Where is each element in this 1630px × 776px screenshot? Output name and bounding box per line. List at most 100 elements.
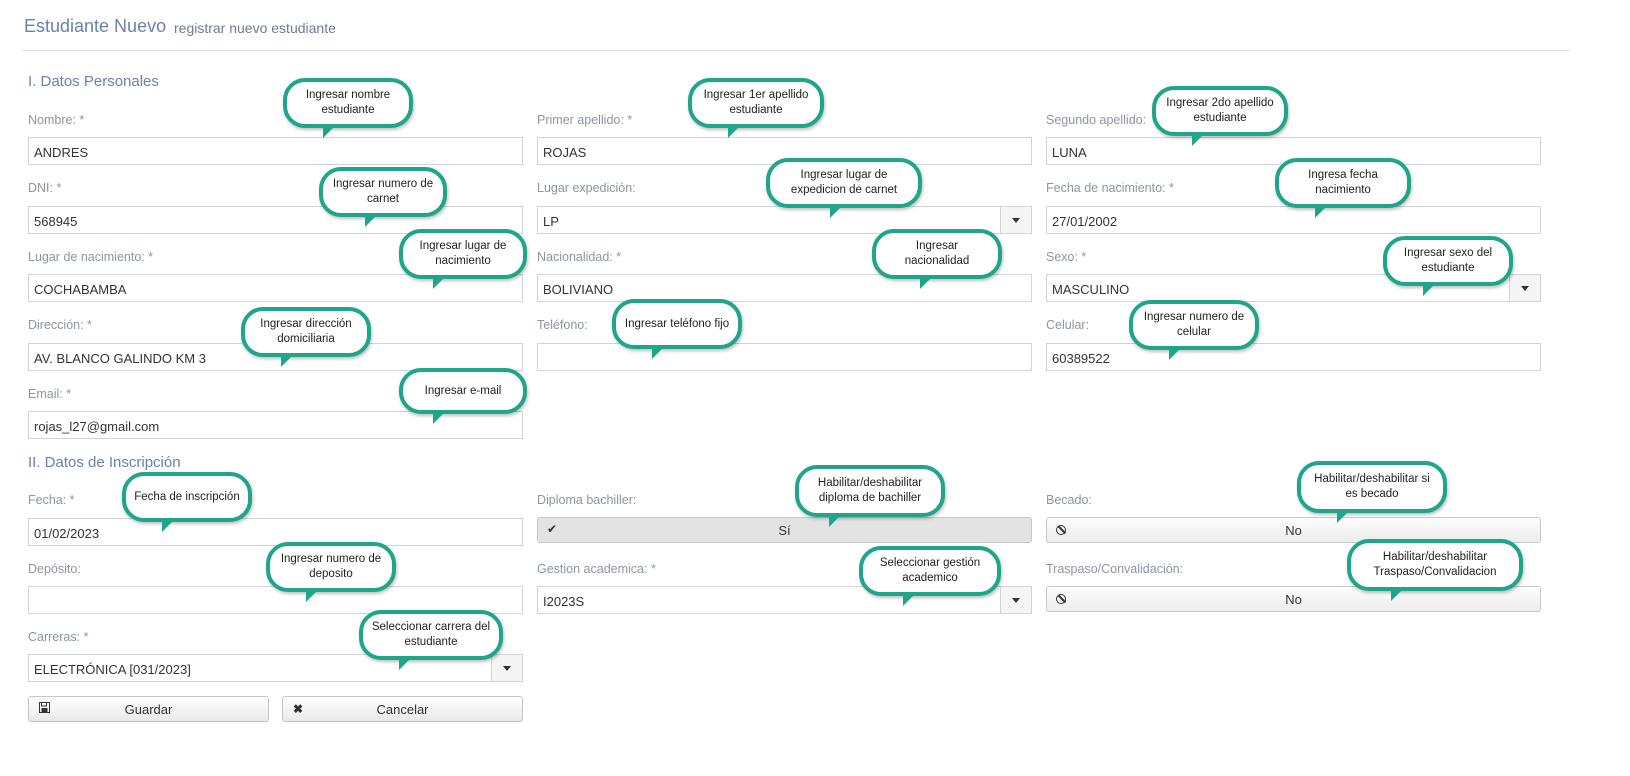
nombre-input[interactable]: ANDRES (28, 137, 523, 165)
chevron-down-icon (503, 665, 511, 671)
callout-tail (281, 353, 295, 367)
celular-label: Celular: (1046, 318, 1090, 332)
diploma-toggle-label: Sí (778, 523, 791, 538)
deposito-label: Depósito: (28, 562, 81, 576)
chevron-down-icon (1521, 285, 1529, 291)
callout-fecha: Fecha de inscripción (122, 472, 252, 532)
fecha-nacimiento-input[interactable]: 27/01/2002 (1046, 206, 1541, 234)
carreras-label: Carreras: * (28, 630, 89, 644)
carreras-dropdown-button[interactable] (491, 655, 522, 681)
callout-tail (399, 656, 413, 670)
callout-carreras-text: Seleccionar carrera del estudiante (371, 621, 491, 648)
sexo-dropdown-button[interactable] (1509, 275, 1540, 301)
traspaso-toggle-label: No (1285, 592, 1302, 607)
callout-tail (1391, 587, 1405, 601)
gestion-value: I2023S (543, 594, 585, 609)
callout-tail (830, 204, 844, 218)
sexo-label: Sexo: * (1046, 250, 1087, 264)
traspaso-label: Traspaso/Convalidación: (1046, 562, 1184, 576)
callout-fecha-nacimiento-text: Ingresa fecha nacimiento (1308, 169, 1378, 196)
callout-email-text: Ingresar e-mail (424, 384, 502, 397)
callout-lugar-nacimiento: Ingresar lugar de nacimiento (399, 229, 527, 289)
diploma-label: Diploma bachiller: (537, 493, 637, 507)
callout-nombre-text: Ingresar nombre estudiante (305, 89, 391, 116)
fecha-label: Fecha: * (28, 493, 75, 507)
callout-traspaso: Habilitar/deshabilitar Traspaso/Convalid… (1347, 539, 1523, 601)
callout-tail (433, 410, 447, 424)
telefono-input[interactable] (537, 343, 1032, 371)
callout-segundo-apellido: Ingresar 2do apellido estudiante (1152, 86, 1288, 146)
callout-nombre: Ingresar nombre estudiante (283, 78, 413, 138)
callout-gestion: Seleccionar gestión academico (859, 546, 1001, 606)
nacionalidad-label: Nacionalidad: * (537, 250, 622, 264)
direccion-label: Dirección: * (28, 318, 92, 332)
callout-deposito-text: Ingresar numero de deposito (280, 553, 382, 580)
callout-tail (728, 124, 742, 138)
lugar-expedicion-dropdown-button[interactable] (1000, 207, 1031, 233)
lugar-expedicion-value: LP (543, 214, 559, 229)
callout-carreras: Seleccionar carrera del estudiante (359, 610, 503, 670)
callout-dni-text: Ingresar numero de carnet (332, 178, 434, 205)
callout-tail (162, 518, 176, 532)
callout-sexo: Ingresar sexo del estudiante (1383, 236, 1513, 296)
dni-label: DNI: * (28, 181, 62, 195)
becado-label: Becado: (1046, 493, 1092, 507)
telefono-label: Teléfono: (537, 318, 588, 332)
callout-tail (829, 513, 843, 527)
fecha-input[interactable]: 01/02/2023 (28, 518, 523, 546)
primer-apellido-label: Primer apellido: * (537, 113, 633, 127)
callout-becado: Habilitar/deshabilitar si es becado (1297, 461, 1447, 523)
gestion-dropdown-button[interactable] (1000, 587, 1031, 613)
callout-tail (365, 213, 379, 227)
callout-tail (1192, 132, 1206, 146)
lugar-expedicion-label: Lugar expedición: (537, 181, 636, 195)
callout-sexo-text: Ingresar sexo del estudiante (1403, 247, 1493, 274)
callout-tail (1423, 282, 1437, 296)
callout-tail (1315, 204, 1329, 218)
callout-traspaso-text: Habilitar/deshabilitar Traspaso/Convalid… (1373, 551, 1497, 578)
callout-telefono-text: Ingresar teléfono fijo (624, 317, 730, 330)
sexo-value: MASCULINO (1052, 282, 1130, 297)
callout-gestion-text: Seleccionar gestión academico (879, 557, 981, 584)
callout-celular: Ingresar numero de celular (1129, 300, 1259, 360)
lugar-nacimiento-label: Lugar de nacimiento: * (28, 250, 154, 264)
guardar-button-label: Guardar (124, 702, 173, 717)
celular-input[interactable]: 60389522 (1046, 343, 1541, 371)
cancelar-button[interactable]: ✖ Cancelar (282, 696, 523, 722)
callout-tail (433, 275, 447, 289)
diploma-toggle[interactable]: ✔ Sí (537, 517, 1032, 543)
callout-direccion: Ingresar dirección domiciliaria (241, 307, 371, 367)
callout-tail (1337, 509, 1351, 523)
fecha-nacimiento-label: Fecha de nacimiento: * (1046, 181, 1174, 195)
callout-dni: Ingresar numero de carnet (319, 167, 447, 227)
page-subtitle: registrar nuevo estudiante (174, 20, 336, 36)
nombre-label: Nombre: * (28, 113, 85, 127)
section-title-inscripcion: II. Datos de Inscripción (28, 454, 181, 471)
callout-fecha-nacimiento: Ingresa fecha nacimiento (1275, 158, 1411, 218)
becado-toggle-label: No (1285, 523, 1302, 538)
callout-becado-text: Habilitar/deshabilitar si es becado (1314, 473, 1430, 500)
callout-nacionalidad: Ingresar nacionalidad (872, 229, 1002, 289)
email-label: Email: * (28, 387, 72, 401)
callout-email: Ingresar e-mail (399, 368, 527, 424)
gestion-label: Gestion academica: * (537, 562, 656, 576)
callout-primer-apellido-text: Ingresar 1er apellido estudiante (703, 89, 809, 116)
section-title-personal: I. Datos Personales (28, 73, 159, 90)
page-title: Estudiante Nuevo (24, 16, 167, 36)
callout-direccion-text: Ingresar dirección domiciliaria (260, 318, 352, 345)
callout-lugar-nacimiento-text: Ingresar lugar de nacimiento (419, 240, 507, 267)
callout-primer-apellido: Ingresar 1er apellido estudiante (688, 78, 824, 138)
cancelar-button-label: Cancelar (376, 702, 429, 717)
callout-tail (323, 124, 337, 138)
email-input[interactable]: rojas_l27@gmail.com (28, 411, 523, 439)
callout-nacionalidad-text: Ingresar nacionalidad (904, 240, 970, 267)
carreras-value: ELECTRÓNICA [031/2023] (34, 662, 191, 677)
callout-tail (903, 592, 917, 606)
callout-lugar-expedicion-text: Ingresar lugar de expedicion de carnet (790, 169, 898, 196)
segundo-apellido-label: Segundo apellido: (1046, 113, 1147, 127)
callout-diploma-text: Habilitar/deshabilitar diploma de bachil… (817, 477, 923, 504)
callout-segundo-apellido-text: Ingresar 2do apellido estudiante (1166, 97, 1274, 124)
callout-diploma: Habilitar/deshabilitar diploma de bachil… (795, 465, 945, 527)
callout-lugar-expedicion: Ingresar lugar de expedicion de carnet (766, 158, 922, 218)
guardar-button[interactable]: Guardar (28, 696, 269, 722)
